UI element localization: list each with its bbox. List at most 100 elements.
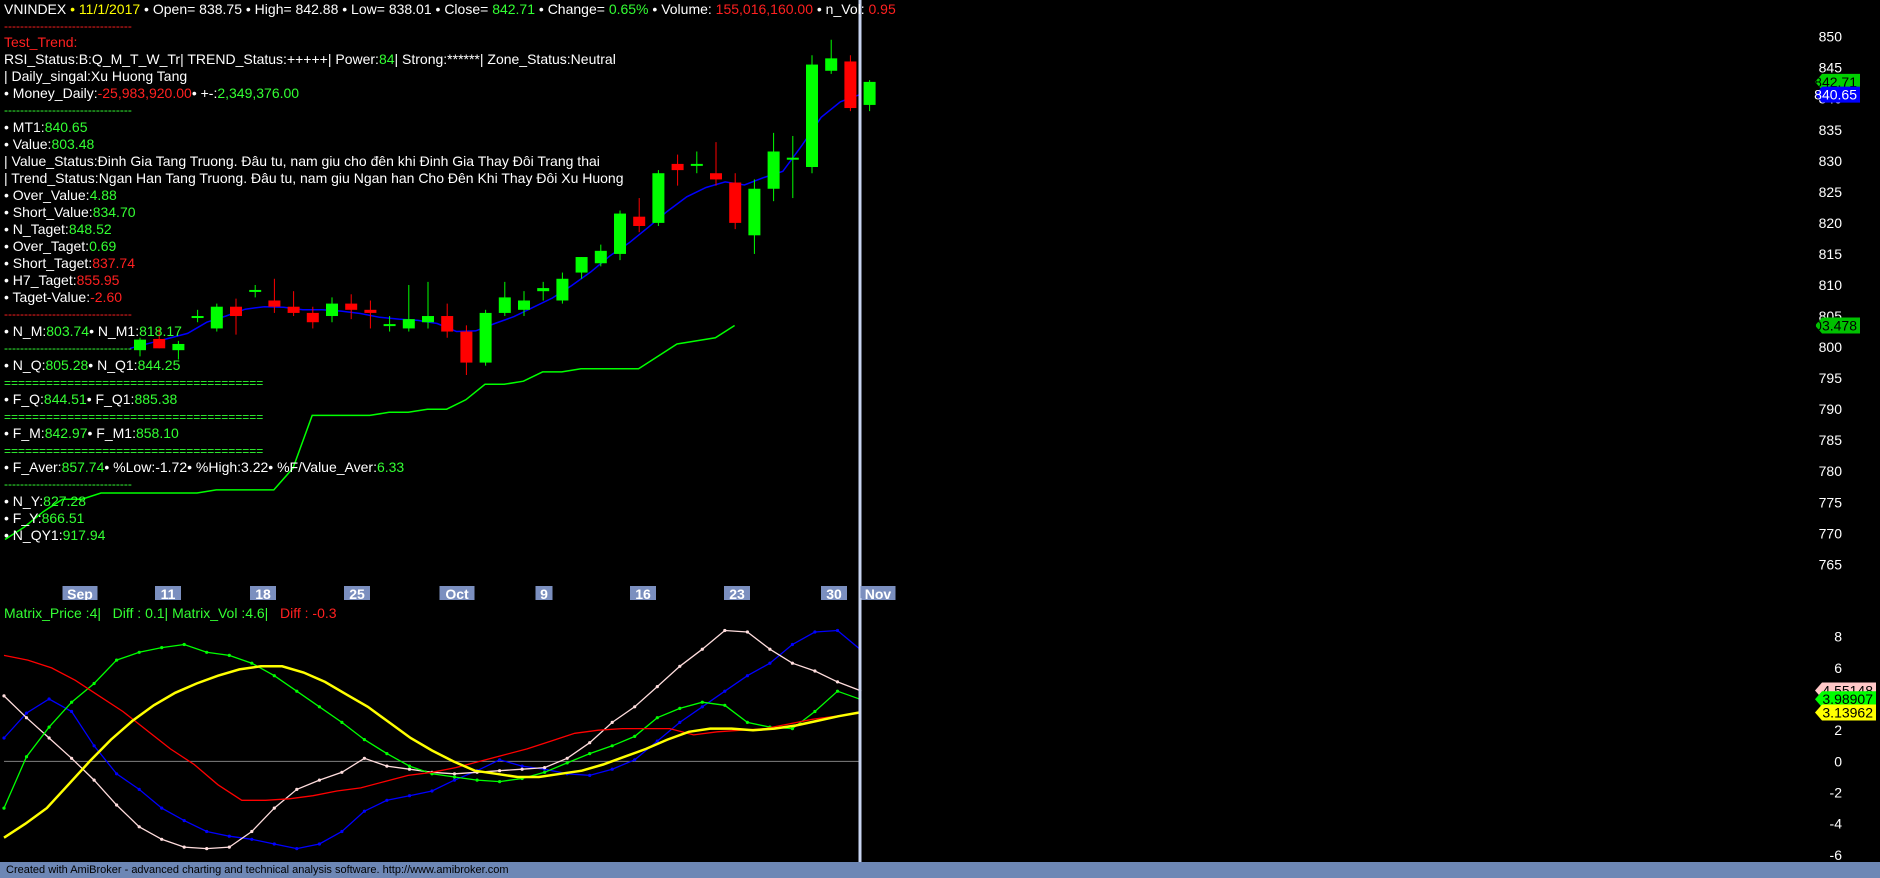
osc-point: [633, 758, 637, 762]
osc-point: [835, 680, 840, 684]
osc-point: [610, 720, 614, 724]
f-y-line: • F_Y:866.51: [4, 510, 84, 527]
n-q1-label: • N_Q1:: [88, 357, 138, 373]
over-taget-line: • Over_Taget:0.69: [4, 238, 116, 255]
candle-body: [806, 64, 818, 168]
taget-value-value: -2.60: [90, 289, 123, 305]
osc-point: [362, 756, 366, 760]
n-m1-label: • N_M1:: [89, 323, 140, 339]
candle-body: [575, 257, 588, 273]
candle-body: [268, 300, 281, 307]
over-value-line: • Over_Value:4.88: [4, 187, 117, 204]
osc-point: [2, 736, 6, 740]
y-tick-label: 850: [1819, 29, 1843, 45]
n-m-value: 803.74: [46, 323, 90, 339]
divider: --------------------------------: [4, 103, 132, 117]
n-y-value: 827.28: [43, 493, 86, 509]
divider: --------------------------------: [4, 19, 132, 33]
candle-body: [383, 324, 396, 327]
candle-body: [230, 306, 242, 317]
money-daily-line: • Money_Daily:-25,983,920.00• +-:2,349,3…: [4, 85, 299, 102]
n-q-value: 805.28: [45, 357, 89, 373]
f-q-value: 844.51: [43, 391, 87, 407]
osc-point: [610, 767, 614, 771]
f-aver-line: • F_Aver:857.74• %Low:-1.72• %High:3.22•…: [4, 459, 404, 476]
osc-point: [813, 709, 817, 714]
osc-point: [160, 646, 164, 650]
osc-point: [227, 834, 231, 838]
osc-point: [317, 778, 321, 782]
osc-point: [250, 661, 254, 665]
volume-value: 155,016,160.00: [715, 1, 813, 17]
over-taget-value: 0.69: [89, 238, 117, 254]
candle-body: [633, 216, 646, 226]
y-tick-label: 835: [1819, 122, 1843, 138]
y-tick-label: 775: [1819, 494, 1843, 510]
f-y-label: • F_Y:: [4, 510, 42, 526]
osc-point: [250, 837, 254, 841]
osc-point: [498, 758, 502, 762]
osc-point: [452, 778, 457, 782]
osc-point: [317, 705, 321, 709]
low-value: 838.01: [388, 1, 432, 17]
candle-body: [364, 309, 377, 313]
y-tick-label: 780: [1819, 463, 1843, 479]
candle-body: [153, 338, 166, 349]
short-value-line: • Short_Value:834.70: [4, 204, 136, 221]
candle-body: [729, 182, 742, 223]
osc-point: [47, 697, 51, 701]
osc-point: [385, 752, 389, 756]
osc-point: [137, 650, 141, 654]
osc-point: [678, 664, 682, 668]
osc-point: [723, 703, 727, 707]
osc-point: [92, 778, 96, 782]
osc-line-pink: [3, 629, 861, 850]
osc-point: [160, 837, 164, 841]
y-tick-label: 770: [1819, 525, 1843, 541]
candle-body: [748, 188, 761, 236]
candle-body: [134, 339, 146, 351]
open-label: • Open=: [140, 1, 200, 17]
n-y-line: • N_Y:827.28: [4, 493, 86, 510]
value-label: • Value:: [4, 136, 52, 152]
osc-point: [498, 780, 502, 784]
rsi-status-line: RSI_Status:B:Q_M_T_W_Tr| TREND_Status:++…: [4, 51, 616, 68]
osc-point: [745, 674, 750, 678]
y-tick-label: 765: [1819, 556, 1843, 572]
candle-body: [422, 316, 434, 323]
osc-point: [723, 628, 727, 633]
y-tick-label: 810: [1819, 277, 1843, 293]
candle-body: [652, 173, 665, 223]
y-tick-label: 800: [1819, 339, 1843, 355]
osc-point: [115, 658, 119, 662]
osc-y-tick: 0: [1834, 753, 1842, 769]
oscillator-chart[interactable]: -6-4-2024684.551483.989073.13962: [0, 598, 1880, 878]
osc-point: [340, 829, 344, 834]
h7-taget-line: • H7_Taget:855.95: [4, 272, 119, 289]
osc-point: [385, 764, 389, 768]
n-taget-label: • N_Taget:: [4, 221, 69, 237]
osc-point: [92, 681, 96, 686]
close-label: • Close=: [431, 1, 493, 17]
short-taget-label: • Short_Taget:: [4, 255, 93, 271]
h7-taget-value: 855.95: [76, 272, 120, 288]
osc-point: [250, 829, 254, 834]
zone-status-text: | Strong:******| Zone_Status:Neutral: [394, 51, 616, 67]
osc-y-tick: -4: [1830, 816, 1843, 832]
osc-point: [295, 787, 299, 791]
money-daily-label: • Money_Daily:: [4, 85, 98, 101]
osc-point: [2, 806, 6, 810]
osc-point: [565, 761, 569, 765]
low-label: • Low=: [338, 1, 389, 17]
h7-taget-label: • H7_Taget:: [4, 272, 77, 288]
f-m1-value: 858.10: [135, 425, 179, 441]
f-m-label: • F_M:: [4, 425, 45, 441]
osc-point: [835, 689, 840, 693]
short-taget-line: • Short_Taget:837.74: [4, 255, 135, 272]
osc-point: [813, 669, 817, 673]
osc-point: [205, 829, 209, 834]
n-q-label: • N_Q:: [4, 357, 46, 373]
close-value: 842.71: [492, 1, 536, 17]
candle-body: [441, 316, 454, 332]
candle-body: [710, 173, 722, 180]
